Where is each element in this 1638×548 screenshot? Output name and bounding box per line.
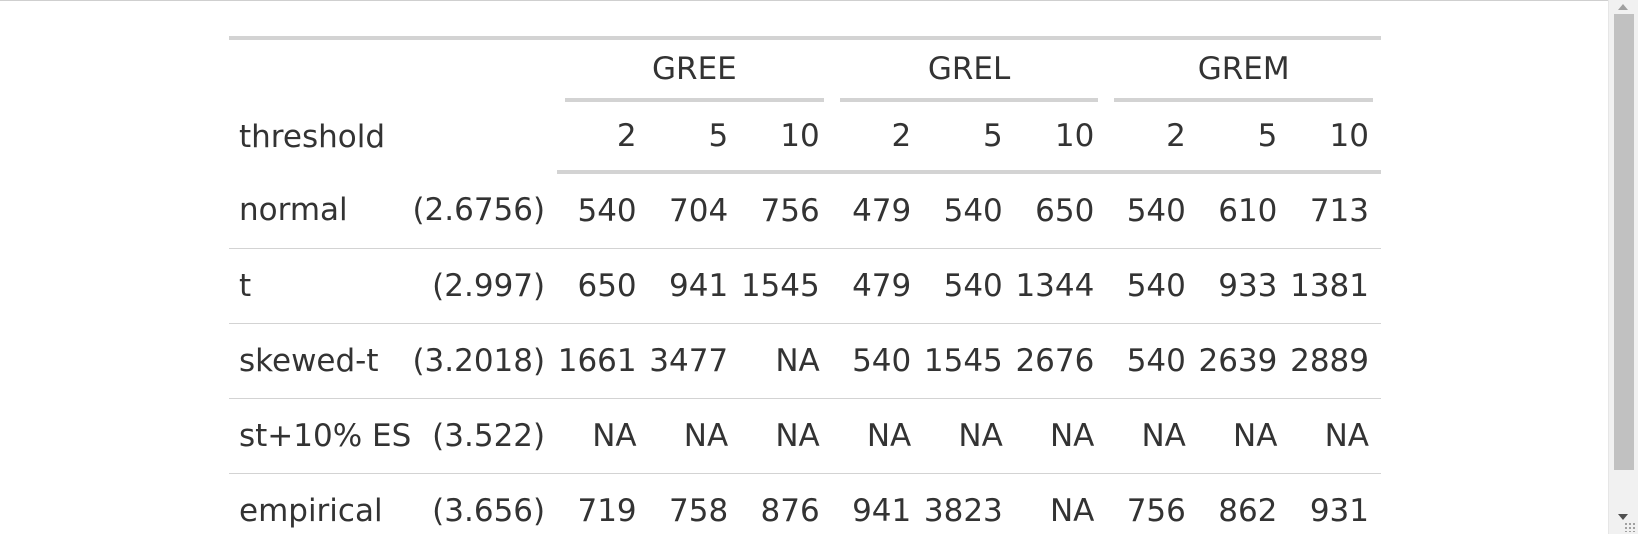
resize-grip-icon[interactable] — [1624, 522, 1636, 532]
column-header-row: threshold 2 5 10 2 5 10 2 5 10 — [229, 102, 1381, 172]
row-name: skewed-t — [229, 324, 409, 399]
scroll-down-arrow-icon[interactable] — [1618, 514, 1628, 520]
table-cell: NA — [1015, 399, 1107, 474]
table-cell: 540 — [1106, 249, 1198, 324]
column-header: 10 — [740, 102, 832, 172]
table-row: skewed-t (3.2018) 1661 3477 NA 540 1545 … — [229, 324, 1381, 399]
table-cell: NA — [1106, 399, 1198, 474]
row-name: empirical — [229, 474, 409, 548]
row-threshold: (3.656) — [409, 474, 557, 548]
scroll-up-arrow-icon[interactable] — [1618, 4, 1628, 10]
table-cell: 2639 — [1198, 324, 1290, 399]
table-cell: 1344 — [1015, 249, 1107, 324]
group-header-row: GREE GREL GREM — [229, 38, 1381, 102]
table-cell: NA — [923, 399, 1015, 474]
table-cell: 931 — [1289, 474, 1381, 548]
table-cell: 650 — [1015, 172, 1107, 249]
empty-header-cell — [409, 102, 557, 172]
table-cell: 610 — [1198, 172, 1290, 249]
table-cell: 1545 — [740, 249, 832, 324]
table-cell: 3823 — [923, 474, 1015, 548]
row-header-label: threshold — [229, 102, 409, 172]
row-name: st+10% ES — [229, 399, 409, 474]
table-cell: NA — [832, 399, 924, 474]
table-cell: 862 — [1198, 474, 1290, 548]
table-cell: 479 — [832, 172, 924, 249]
table-cell: NA — [1198, 399, 1290, 474]
table-cell: NA — [557, 399, 649, 474]
table-cell: 713 — [1289, 172, 1381, 249]
row-threshold: (2.6756) — [409, 172, 557, 249]
group-header-label: GREL — [840, 40, 1099, 102]
empty-header-cell — [229, 38, 409, 102]
table-row: normal (2.6756) 540 704 756 479 540 650 … — [229, 172, 1381, 249]
column-header: 5 — [923, 102, 1015, 172]
group-header-gree: GREE — [557, 38, 832, 102]
table-cell: 540 — [923, 172, 1015, 249]
table-cell: 540 — [1106, 172, 1198, 249]
column-header: 5 — [1198, 102, 1290, 172]
table-cell: 2889 — [1289, 324, 1381, 399]
row-threshold: (3.2018) — [409, 324, 557, 399]
table-row: st+10% ES (3.522) NA NA NA NA NA NA NA N… — [229, 399, 1381, 474]
table-cell: 1381 — [1289, 249, 1381, 324]
table-cell: 941 — [832, 474, 924, 548]
group-header-label: GREE — [565, 40, 824, 102]
table-cell: NA — [649, 399, 741, 474]
table-cell: 540 — [923, 249, 1015, 324]
table-cell: 540 — [1106, 324, 1198, 399]
row-threshold: (3.522) — [409, 399, 557, 474]
table-cell: 941 — [649, 249, 741, 324]
vertical-scrollbar[interactable] — [1608, 0, 1638, 534]
table-cell: 704 — [649, 172, 741, 249]
table-cell: 756 — [740, 172, 832, 249]
row-name: t — [229, 249, 409, 324]
table-cell: 758 — [649, 474, 741, 548]
table-cell: 719 — [557, 474, 649, 548]
group-header-grem: GREM — [1106, 38, 1381, 102]
table-cell: 3477 — [649, 324, 741, 399]
table-cell: NA — [1289, 399, 1381, 474]
scrollbar-thumb[interactable] — [1614, 14, 1634, 470]
table-cell: 479 — [832, 249, 924, 324]
empty-header-cell — [409, 38, 557, 102]
table-row: empirical (3.656) 719 758 876 941 3823 N… — [229, 474, 1381, 548]
table-cell: NA — [740, 324, 832, 399]
column-header: 10 — [1015, 102, 1107, 172]
table-cell: 650 — [557, 249, 649, 324]
table-row: t (2.997) 650 941 1545 479 540 1344 540 … — [229, 249, 1381, 324]
table-cell: 933 — [1198, 249, 1290, 324]
results-table-container: GREE GREL GREM threshold 2 5 10 2 5 10 2… — [229, 36, 1381, 548]
table-cell: NA — [740, 399, 832, 474]
group-header-label: GREM — [1114, 40, 1373, 102]
column-header: 2 — [832, 102, 924, 172]
table-cell: 756 — [1106, 474, 1198, 548]
column-header: 2 — [1106, 102, 1198, 172]
row-threshold: (2.997) — [409, 249, 557, 324]
row-name: normal — [229, 172, 409, 249]
column-header: 2 — [557, 102, 649, 172]
table-cell: 540 — [557, 172, 649, 249]
group-header-grel: GREL — [832, 38, 1107, 102]
table-cell: 2676 — [1015, 324, 1107, 399]
table-cell: 876 — [740, 474, 832, 548]
table-cell: NA — [1015, 474, 1107, 548]
window-top-border — [0, 0, 1608, 1]
table-cell: 1545 — [923, 324, 1015, 399]
results-table: GREE GREL GREM threshold 2 5 10 2 5 10 2… — [229, 36, 1381, 548]
table-cell: 1661 — [557, 324, 649, 399]
table-cell: 540 — [832, 324, 924, 399]
column-header: 5 — [649, 102, 741, 172]
column-header: 10 — [1289, 102, 1381, 172]
